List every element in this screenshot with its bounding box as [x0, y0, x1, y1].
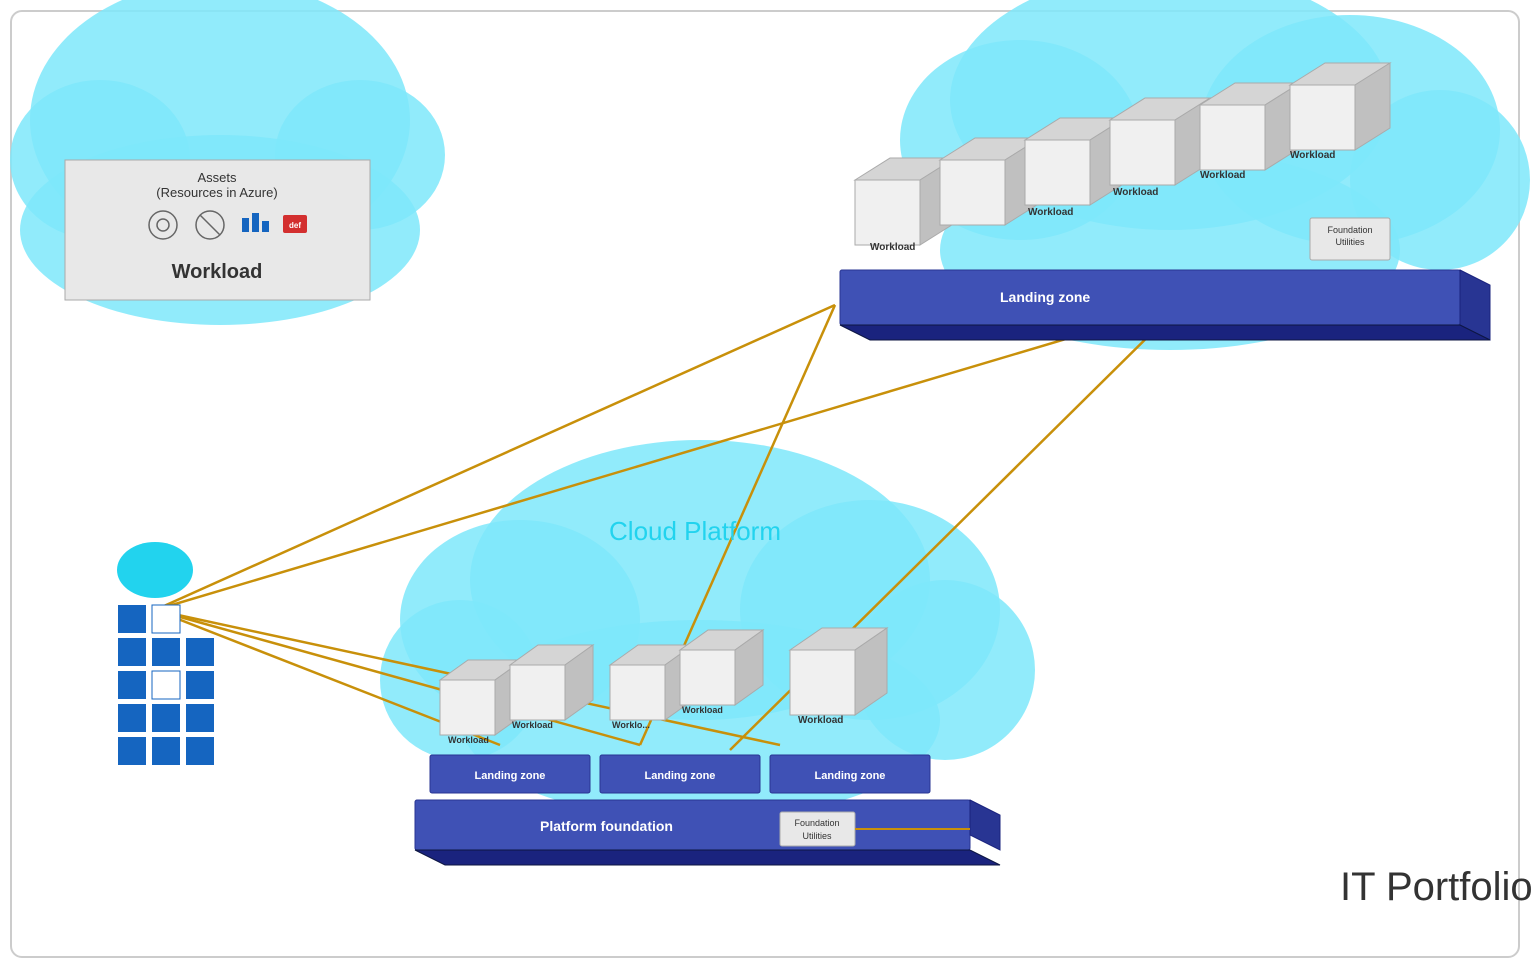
canvas: Landing zone Workload Workload Worklo: [0, 0, 1534, 970]
outer-border: [10, 10, 1520, 958]
